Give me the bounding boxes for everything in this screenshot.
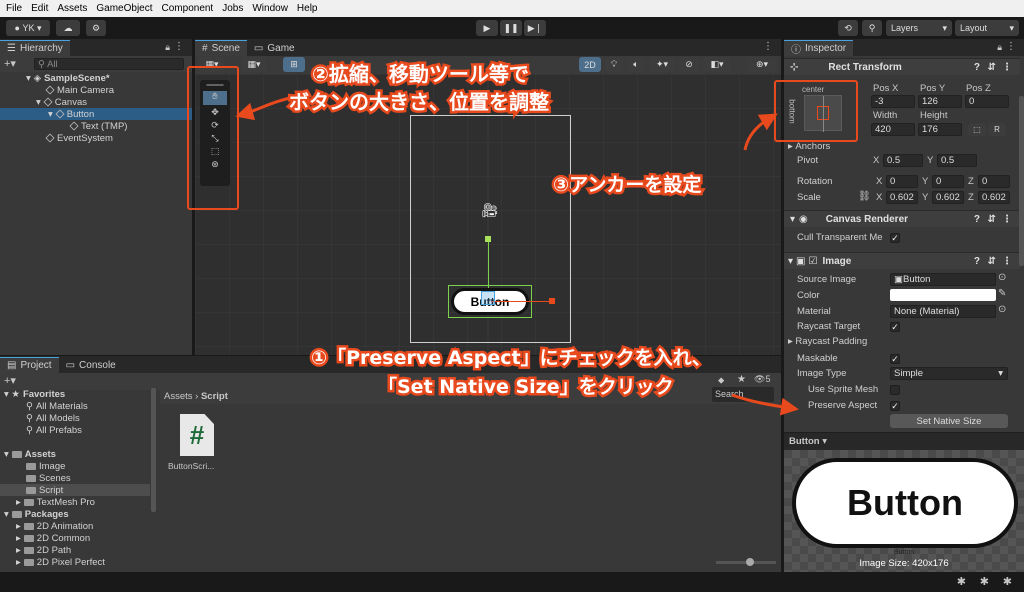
annotation-1-line1: ①「Preserve Aspect」にチェックを入れ、 xyxy=(309,345,714,372)
annotation-2-line2: ボタンの大きさ、位置を調整 xyxy=(287,88,552,117)
annotation-3: ③アンカーを設定 xyxy=(550,172,703,199)
annotation-1-line2: 「Set Native Size」をクリック xyxy=(376,374,677,401)
annotation-2-line1: ②拡縮、移動ツール等で xyxy=(310,60,532,89)
